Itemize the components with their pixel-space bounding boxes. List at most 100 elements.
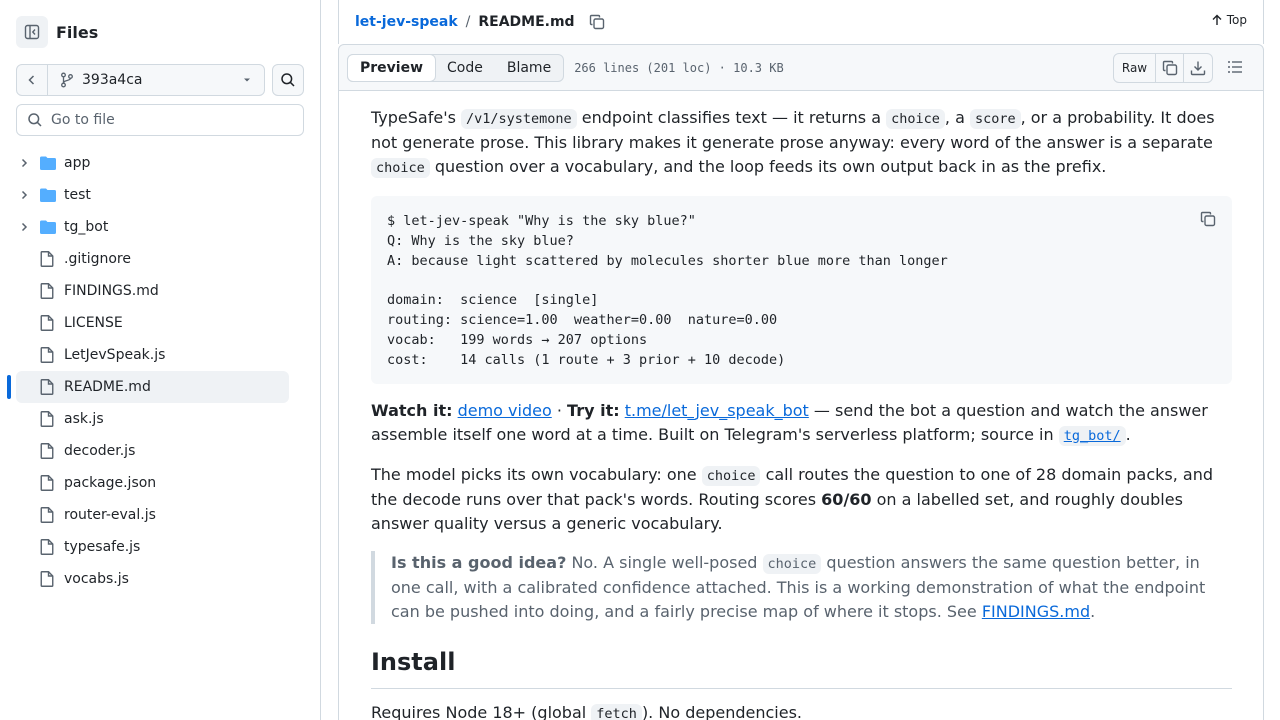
text: No. A single well-posed xyxy=(566,553,763,572)
text: endpoint classifies text — it returns a xyxy=(576,108,887,127)
top-button[interactable]: Top xyxy=(1211,13,1247,27)
chevron-right-icon xyxy=(21,190,28,200)
tree-file-letjevspeak[interactable]: LetJevSpeak.js xyxy=(16,339,289,371)
view-mode-tabs: Preview Code Blame xyxy=(347,53,565,82)
tree-file-router-eval[interactable]: router-eval.js xyxy=(16,499,289,531)
copy-code-button[interactable] xyxy=(1200,210,1216,234)
tree-file-readme[interactable]: README.md xyxy=(7,371,289,403)
tree-item-label: router-eval.js xyxy=(64,507,156,523)
readme-content: TypeSafe's /v1/systemone endpoint classi… xyxy=(338,91,1264,720)
tree-item-label: test xyxy=(64,187,91,203)
file-icon xyxy=(40,315,54,331)
file-icon xyxy=(40,411,54,427)
chevron-right-icon xyxy=(21,222,28,232)
text: . xyxy=(1090,602,1096,621)
download-button[interactable] xyxy=(1184,54,1212,82)
outline-button[interactable] xyxy=(1227,59,1243,79)
tab-blame[interactable]: Blame xyxy=(495,55,563,81)
copy-path-button[interactable] xyxy=(589,14,605,30)
file-icon xyxy=(40,251,54,267)
tree-file-package[interactable]: package.json xyxy=(16,467,289,499)
tree-item-label: LetJevSpeak.js xyxy=(64,347,166,363)
findings-link[interactable]: FINDINGS.md xyxy=(982,602,1090,621)
file-icon xyxy=(40,475,54,491)
go-to-file-box xyxy=(16,104,304,136)
text: question over a vocabulary, and the loop… xyxy=(429,157,1107,176)
file-icon xyxy=(40,347,54,363)
inline-code: choice xyxy=(762,554,822,574)
tree-file-ask[interactable]: ask.js xyxy=(16,403,289,435)
tree-file-decoder[interactable]: decoder.js xyxy=(16,435,289,467)
tree-folder-tg-bot[interactable]: tg_bot xyxy=(16,211,289,243)
code-block-text: $ let-jev-speak "Why is the sky blue?" Q… xyxy=(387,213,948,368)
tg-bot-code-link[interactable]: tg_bot/ xyxy=(1058,426,1126,446)
active-indicator xyxy=(7,375,11,399)
git-branch-icon xyxy=(61,72,73,88)
inline-code: fetch xyxy=(591,704,642,720)
tree-file-license[interactable]: LICENSE xyxy=(16,307,289,339)
demo-video-link[interactable]: demo video xyxy=(458,401,552,420)
folder-icon xyxy=(40,188,56,202)
download-icon xyxy=(1190,61,1206,76)
watch-paragraph: Watch it: demo video · Try it: t.me/let_… xyxy=(371,399,1232,448)
tree-item-label: FINDINGS.md xyxy=(64,283,159,299)
copy-icon xyxy=(589,14,604,30)
tree-item-label: app xyxy=(64,155,91,171)
list-unordered-icon xyxy=(1228,61,1242,73)
file-icon xyxy=(40,507,54,523)
file-tree: app test tg_bot .gitignore FINDINGS.md L… xyxy=(7,147,289,595)
tree-folder-test[interactable]: test xyxy=(16,179,289,211)
telegram-bot-link[interactable]: t.me/let_jev_speak_bot xyxy=(625,401,809,420)
text: . xyxy=(1125,425,1131,444)
search-files-button[interactable] xyxy=(272,64,304,96)
blockquote: Is this a good idea? No. A single well-p… xyxy=(371,551,1232,624)
text: Requires Node 18+ (global xyxy=(371,703,592,720)
inline-code: choice xyxy=(886,109,945,129)
tree-item-label: package.json xyxy=(64,475,157,491)
copy-icon xyxy=(1162,60,1177,76)
chevron-right-icon xyxy=(21,158,28,168)
breadcrumb-repo-link[interactable]: let-jev-speak xyxy=(355,14,458,30)
bold-text: 60/60 xyxy=(821,490,872,509)
bold-label: Watch it: xyxy=(371,401,453,420)
file-icon xyxy=(40,379,54,395)
inline-code: /v1/systemone xyxy=(461,109,577,129)
bold-text: Is this a good idea? xyxy=(391,553,567,572)
vocabulary-paragraph: The model picks its own vocabulary: one … xyxy=(371,463,1232,536)
file-actions: Raw xyxy=(1113,53,1213,83)
go-to-file-input[interactable] xyxy=(51,112,291,128)
tree-file-vocabs[interactable]: vocabs.js xyxy=(16,563,289,595)
tree-file-gitignore[interactable]: .gitignore xyxy=(16,243,289,275)
tree-item-label: vocabs.js xyxy=(64,571,129,587)
code-block: $ let-jev-speak "Why is the sky blue?" Q… xyxy=(371,196,1232,384)
file-meta: 266 lines (201 loc) · 10.3 KB xyxy=(574,60,784,75)
tree-folder-app[interactable]: app xyxy=(16,147,289,179)
tree-file-findings[interactable]: FINDINGS.md xyxy=(16,275,289,307)
sidebar-collapse-icon xyxy=(24,24,40,40)
file-icon xyxy=(40,283,54,299)
tree-item-label: .gitignore xyxy=(64,251,131,267)
install-heading: Install xyxy=(371,644,1232,689)
tree-file-typesafe[interactable]: typesafe.js xyxy=(16,531,289,563)
text: · xyxy=(551,401,568,420)
text: TypeSafe's xyxy=(371,108,462,127)
collapse-sidebar-button[interactable] xyxy=(16,16,48,48)
back-button[interactable] xyxy=(17,65,48,95)
breadcrumb-file: README.md xyxy=(478,14,575,30)
tab-code[interactable]: Code xyxy=(435,55,495,81)
text: ). No dependencies. xyxy=(641,703,802,720)
raw-button[interactable]: Raw xyxy=(1114,54,1156,82)
file-icon xyxy=(40,443,54,459)
copy-icon xyxy=(1200,211,1216,227)
branch-select[interactable]: 393a4ca xyxy=(48,65,264,95)
inline-code: choice xyxy=(371,158,430,178)
file-tree-sidebar: Files 393a4ca app test xyxy=(0,0,321,720)
tree-item-label: LICENSE xyxy=(64,315,123,331)
copy-raw-button[interactable] xyxy=(1156,54,1184,82)
top-label: Top xyxy=(1226,13,1247,27)
text: The model picks its own vocabulary: one xyxy=(371,465,702,484)
file-icon xyxy=(40,539,54,555)
tab-preview[interactable]: Preview xyxy=(347,53,437,82)
sidebar-header: Files xyxy=(16,16,98,48)
search-icon xyxy=(28,113,42,127)
